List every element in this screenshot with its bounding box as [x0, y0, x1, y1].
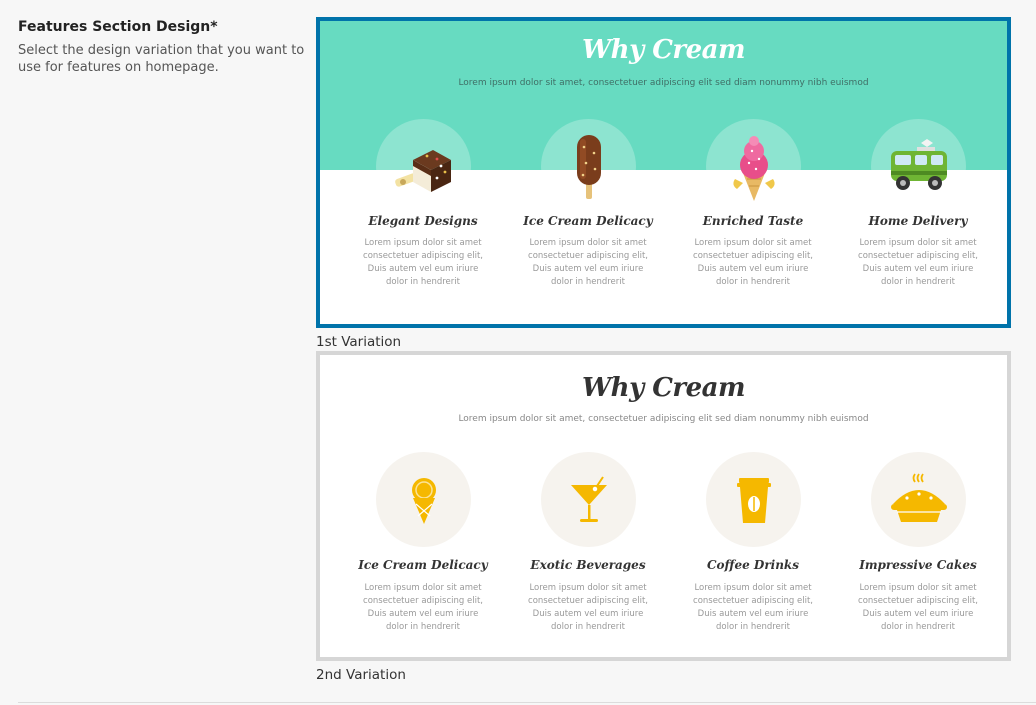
feature-title: Ice Cream Delicacy: [523, 214, 653, 228]
chocolate-cube-icon: [376, 119, 471, 214]
field-description: Select the design variation that you wan…: [18, 43, 305, 75]
field-label-column: Features Section Design* Select the desi…: [18, 17, 313, 76]
preview-subheading: Lorem ipsum dolor sit amet, consectetuer…: [458, 78, 869, 88]
variation-2-preview[interactable]: Why Cream Lorem ipsum dolor sit amet, co…: [316, 351, 1011, 661]
feature-icon-circle: [706, 119, 801, 214]
coffee-cup-icon: [706, 452, 801, 547]
feature-text: Lorem ipsum dolor sit amet consectetuer …: [363, 583, 483, 632]
feature-icon-circle: [706, 452, 801, 547]
feature-icon-circle: [541, 119, 636, 214]
cocktail-icon: [541, 452, 636, 547]
variation-1-preview[interactable]: Why Cream Lorem ipsum dolor sit amet, co…: [316, 17, 1011, 328]
feature-icon-circle: [541, 452, 636, 547]
feature-title: Enriched Taste: [702, 214, 804, 228]
feature-icon-circle: [376, 452, 471, 547]
ice-cream-icon: [376, 452, 471, 547]
preview-subheading: Lorem ipsum dolor sit amet, consectetuer…: [458, 414, 869, 424]
feature-title: Exotic Beverages: [530, 558, 646, 572]
feature-text: Lorem ipsum dolor sit amet consectetuer …: [693, 583, 813, 632]
feature-text: Lorem ipsum dolor sit amet consectetuer …: [693, 238, 813, 287]
feature-text: Lorem ipsum dolor sit amet consectetuer …: [528, 583, 648, 632]
feature-title: Elegant Designs: [368, 214, 478, 228]
feature-title: Impressive Cakes: [859, 558, 977, 572]
delivery-van-icon: [871, 119, 966, 214]
variation-2-caption: 2nd Variation: [316, 667, 406, 683]
ice-cream-cone-icon: [706, 119, 801, 214]
variation-option-2[interactable]: Why Cream Lorem ipsum dolor sit amet, co…: [316, 351, 1011, 684]
feature-icon-circle: [376, 119, 471, 214]
popsicle-icon: [541, 119, 636, 214]
section-divider: [18, 702, 1036, 703]
preview-heading: Why Cream: [581, 35, 746, 65]
variation-option-1[interactable]: Why Cream Lorem ipsum dolor sit amet, co…: [316, 17, 1011, 351]
variation-1-caption: 1st Variation: [316, 334, 402, 350]
feature-title: Coffee Drinks: [706, 558, 799, 572]
feature-text: Lorem ipsum dolor sit amet consectetuer …: [858, 238, 978, 287]
feature-title: Ice Cream Delicacy: [358, 558, 488, 572]
field-title: Features Section Design*: [18, 19, 218, 35]
feature-title: Home Delivery: [868, 214, 968, 228]
feature-text: Lorem ipsum dolor sit amet consectetuer …: [363, 238, 483, 287]
preview-heading: Why Cream: [581, 373, 746, 403]
pie-icon: [871, 452, 966, 547]
feature-text: Lorem ipsum dolor sit amet consectetuer …: [528, 238, 648, 287]
feature-icon-circle: [871, 452, 966, 547]
feature-text: Lorem ipsum dolor sit amet consectetuer …: [858, 583, 978, 632]
feature-icon-circle: [871, 119, 966, 214]
